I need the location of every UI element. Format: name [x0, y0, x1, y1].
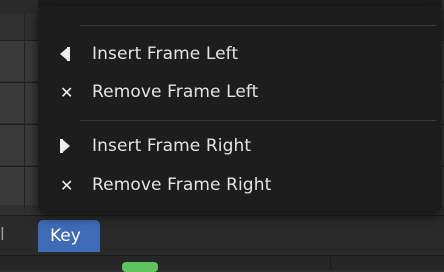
menu-item-insert-frame-left[interactable]: Insert Frame Left — [38, 35, 442, 73]
menu-item-label: Remove Frame Right — [92, 175, 272, 195]
menu-item-label: Insert Frame Left — [92, 44, 239, 64]
keyframe-marker[interactable] — [122, 262, 158, 272]
menu-item-remove-frame-left[interactable]: ✕ Remove Frame Left — [38, 73, 442, 111]
menu-separator — [80, 120, 436, 121]
timeline-strip — [0, 255, 444, 270]
insert-frame-left-icon — [60, 47, 92, 61]
context-menu: Insert Frame Left ✕ Remove Frame Left In… — [38, 6, 442, 211]
menu-item-remove-frame-right[interactable]: ✕ Remove Frame Right — [38, 166, 442, 204]
menu-item-label: Insert Frame Right — [92, 136, 252, 156]
insert-frame-right-icon — [60, 139, 92, 153]
tab-key[interactable]: Key — [38, 220, 100, 252]
background-divider — [24, 14, 25, 209]
menu-item-insert-frame-right[interactable]: Insert Frame Right — [38, 127, 442, 165]
menu-item-label: Remove Frame Left — [92, 82, 259, 102]
tab-previous-partial[interactable]: l — [0, 225, 5, 245]
timeline-divider — [330, 255, 331, 269]
remove-icon: ✕ — [60, 175, 74, 195]
remove-icon: ✕ — [60, 82, 74, 102]
menu-separator — [80, 25, 436, 26]
